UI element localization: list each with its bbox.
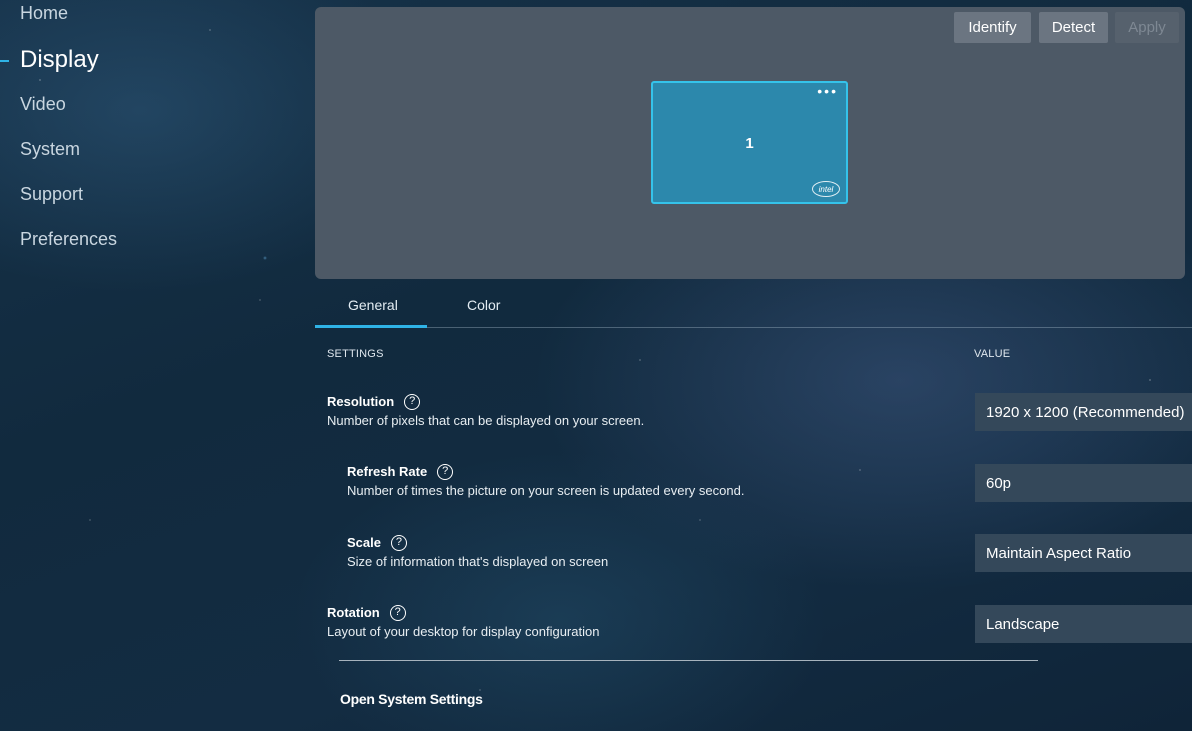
monitor-tile-1[interactable]: ••• 1 intel	[651, 81, 848, 204]
help-icon[interactable]: ?	[389, 604, 406, 621]
value-column-header: VALUE	[974, 348, 1011, 360]
section-divider	[339, 660, 1038, 661]
settings-column-header: SETTINGS	[327, 348, 384, 360]
sidebar-item-home[interactable]: Home	[20, 3, 68, 24]
detect-button[interactable]: Detect	[1039, 12, 1108, 43]
setting-title: Refresh Rate	[347, 464, 428, 479]
rotation-dropdown[interactable]: Landscape	[975, 605, 1192, 643]
setting-title: Scale	[347, 535, 381, 550]
help-icon[interactable]: ?	[390, 534, 407, 551]
tab-general[interactable]: General	[348, 297, 398, 313]
setting-description: Size of information that's displayed on …	[347, 554, 609, 569]
help-icon[interactable]: ?	[404, 393, 421, 410]
setting-title: Resolution	[327, 394, 395, 409]
refresh-rate-dropdown[interactable]: 60p	[975, 464, 1192, 502]
setting-title: Rotation	[327, 605, 380, 620]
setting-resolution: Resolution ? Number of pixels that can b…	[327, 393, 644, 428]
help-icon[interactable]: ?	[437, 463, 454, 480]
monitor-menu-icon[interactable]: •••	[817, 84, 838, 98]
monitor-number: 1	[745, 135, 754, 152]
setting-refresh-rate: Refresh Rate ? Number of times the pictu…	[347, 463, 744, 498]
active-nav-indicator	[0, 60, 9, 62]
setting-description: Number of pixels that can be displayed o…	[327, 413, 645, 428]
display-preview-panel: Identify Detect Apply ••• 1 intel	[315, 7, 1185, 279]
resolution-dropdown[interactable]: 1920 x 1200 (Recommended)	[975, 393, 1192, 431]
intel-logo-text: intel	[819, 185, 834, 194]
tab-bar: General Color	[315, 280, 1192, 328]
sidebar-nav: Home Display Video System Support Prefer…	[0, 0, 296, 731]
open-system-settings-link[interactable]: Open System Settings	[340, 691, 483, 707]
sidebar-item-video[interactable]: Video	[20, 94, 66, 115]
tab-color[interactable]: Color	[467, 297, 500, 313]
sidebar-item-preferences[interactable]: Preferences	[20, 229, 117, 250]
sidebar-item-system[interactable]: System	[20, 139, 80, 160]
sidebar-item-support[interactable]: Support	[20, 184, 83, 205]
selected-tab-underline	[315, 325, 427, 328]
intel-logo-icon: intel	[812, 181, 840, 197]
setting-scale: Scale ? Size of information that's displ…	[347, 534, 608, 569]
setting-description: Number of times the picture on your scre…	[347, 483, 745, 498]
scale-dropdown[interactable]: Maintain Aspect Ratio	[975, 534, 1192, 572]
setting-description: Layout of your desktop for display confi…	[327, 624, 600, 639]
identify-button[interactable]: Identify	[954, 12, 1031, 43]
sidebar-item-display[interactable]: Display	[20, 46, 99, 74]
setting-rotation: Rotation ? Layout of your desktop for di…	[327, 604, 599, 639]
apply-button[interactable]: Apply	[1115, 12, 1179, 43]
